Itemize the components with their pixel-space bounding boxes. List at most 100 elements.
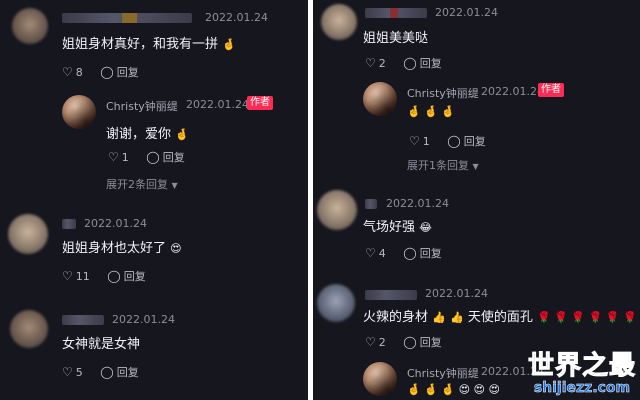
author-name[interactable]: Christy钟丽缇: [407, 85, 479, 101]
like-count: 1: [422, 135, 430, 148]
emoji-rose-row: 🌹 🌹 🌹 🌹 🌹 🌹: [537, 311, 637, 324]
username-blurred[interactable]: [365, 8, 427, 18]
reply-button[interactable]: ◯ 回复: [100, 364, 138, 380]
like-button[interactable]: ♡ 1: [108, 150, 129, 164]
comment-text: 火辣的身材 👍 👍 天使的面孔 🌹 🌹 🌹 🌹 🌹 🌹: [363, 306, 637, 325]
expand-replies-label: 展开1条回复: [407, 159, 469, 172]
username-blurred[interactable]: [365, 290, 417, 300]
comment-actions: ♡ 11 ◯ 回复: [62, 268, 160, 284]
comment-body: 火辣的身材: [363, 310, 429, 325]
author-avatar[interactable]: [62, 95, 96, 129]
heart-outline-icon: ♡: [62, 269, 73, 283]
heart-outline-icon: ♡: [62, 65, 73, 79]
heart-outline-icon: ♡: [108, 150, 119, 164]
reply-label: 回复: [463, 135, 486, 148]
right-comment-panel: 2022.01.24 姐姐美美哒 ♡ 2 ◯ 回复 Christy钟丽缇 2022.…: [313, 0, 640, 400]
heart-outline-icon: ♡: [365, 335, 376, 349]
author-avatar[interactable]: [363, 362, 397, 396]
left-comment-panel: 2022.01.24 姐姐身材真好，和我有一拼 🤞 ♡ 8 ◯ 回复 Christy…: [0, 0, 308, 400]
comment-date: 2022.01.24: [386, 197, 449, 210]
comment-actions: ♡ 4 ◯ 回复: [365, 245, 456, 261]
comment-text: 谢谢，爱你 🤞: [106, 123, 189, 142]
emoji-thumbs-up: 👍: [432, 311, 446, 324]
reply-button[interactable]: ◯ 回复: [107, 268, 145, 284]
user-avatar[interactable]: [12, 8, 48, 44]
like-button[interactable]: ♡ 2: [365, 335, 386, 349]
chevron-down-icon: ▼: [472, 162, 479, 171]
comment-text: 姐姐身材也太好了 😍: [62, 237, 182, 256]
comment-actions: ♡ 1 ◯ 回复: [108, 149, 199, 165]
comment-bubble-icon: ◯: [146, 150, 160, 164]
author-reply-item: Christy钟丽缇 2022.01.24 作者 🤞 🤞 🤞 ♡ 1 ◯ 回复 展开…: [313, 78, 640, 178]
chevron-down-icon: ▼: [171, 181, 178, 190]
author-name[interactable]: Christy钟丽缇: [407, 365, 479, 381]
comment-body: 姐姐美美哒: [363, 31, 429, 46]
user-avatar[interactable]: [317, 190, 357, 230]
like-button[interactable]: ♡ 11: [62, 269, 90, 283]
reply-button[interactable]: ◯ 回复: [403, 334, 441, 350]
heart-outline-icon: ♡: [409, 134, 420, 148]
heart-outline-icon: ♡: [365, 56, 376, 70]
comment-body-continued: 天使的面孔: [467, 310, 533, 325]
reply-button[interactable]: ◯ 回复: [447, 133, 485, 149]
comment-bubble-icon: ◯: [447, 134, 461, 148]
reply-button[interactable]: ◯ 回复: [403, 55, 441, 71]
expand-replies-button[interactable]: 展开1条回复 ▼: [407, 157, 479, 173]
username-blurred[interactable]: [62, 13, 192, 23]
like-button[interactable]: ♡ 4: [365, 246, 386, 260]
comment-item: 2022.01.24 气场好强 😂 ♡ 4 ◯ 回复: [313, 190, 640, 270]
expand-replies-label: 展开2条回复: [106, 178, 168, 191]
comment-text: 🤞 🤞 🤞 😍 😍 😍: [407, 382, 500, 397]
comment-bubble-icon: ◯: [403, 246, 417, 260]
comment-item: 2022.01.24 姐姐美美哒 ♡ 2 ◯ 回复: [313, 0, 640, 75]
comment-text: 女神就是女神: [62, 333, 140, 352]
comment-body: 姐姐身材真好，和我有一拼: [62, 37, 219, 52]
reply-button[interactable]: ◯ 回复: [100, 64, 138, 80]
comment-date: 2022.01.24: [84, 217, 147, 230]
comment-date: 2022.01.24: [112, 313, 175, 326]
reply-button[interactable]: ◯ 回复: [403, 245, 441, 261]
author-avatar[interactable]: [363, 82, 397, 116]
username-blurred[interactable]: [62, 219, 76, 229]
reply-label: 回复: [419, 57, 442, 70]
comment-item: 2022.01.24 姐姐身材真好，和我有一拼 🤞 ♡ 8 ◯ 回复: [0, 0, 308, 90]
comment-bubble-icon: ◯: [100, 365, 114, 379]
like-button[interactable]: ♡ 8: [62, 65, 83, 79]
author-badge: 作者: [247, 96, 273, 110]
comment-date: 2022.01.24: [481, 85, 544, 98]
like-button[interactable]: ♡ 1: [409, 134, 430, 148]
like-count: 2: [378, 57, 386, 70]
like-count: 2: [378, 336, 386, 349]
like-button[interactable]: ♡ 5: [62, 365, 83, 379]
comment-date: 2022.01.24: [186, 98, 249, 111]
author-name[interactable]: Christy钟丽缇: [106, 98, 178, 114]
comment-body: 姐姐身材也太好了: [62, 241, 167, 256]
comment-date: 2022.01.24: [425, 287, 488, 300]
user-avatar[interactable]: [8, 214, 48, 254]
site-watermark: 世界之最 shijiezz.com: [527, 352, 636, 397]
reply-label: 回复: [162, 151, 185, 164]
expand-replies-button[interactable]: 展开2条回复 ▼: [106, 176, 178, 192]
like-count: 1: [121, 151, 129, 164]
emoji-mixed-row: 🤞 🤞 🤞 😍 😍 😍: [407, 383, 500, 396]
username-blurred[interactable]: [365, 199, 377, 209]
author-badge: 作者: [538, 83, 564, 97]
user-avatar[interactable]: [317, 284, 355, 322]
comment-bubble-icon: ◯: [403, 335, 417, 349]
like-button[interactable]: ♡ 2: [365, 56, 386, 70]
emoji-heart-eyes: 😍: [170, 242, 182, 255]
username-blurred[interactable]: [62, 315, 104, 325]
comment-actions: ♡ 2 ◯ 回复: [365, 55, 456, 71]
reply-button[interactable]: ◯ 回复: [146, 149, 184, 165]
like-count: 11: [75, 270, 90, 283]
user-avatar[interactable]: [321, 4, 357, 40]
comment-bubble-icon: ◯: [107, 269, 121, 283]
reply-label: 回复: [116, 66, 139, 79]
emoji-fingers-crossed: 🤞: [175, 128, 189, 141]
comment-date: 2022.01.24: [205, 11, 268, 24]
reply-label: 回复: [419, 336, 442, 349]
like-count: 5: [75, 366, 83, 379]
reply-label: 回复: [123, 270, 146, 283]
user-avatar[interactable]: [10, 310, 48, 348]
comment-item: 2022.01.24 火辣的身材 👍 👍 天使的面孔 🌹 🌹 🌹 🌹 🌹 🌹 ♡…: [313, 280, 640, 355]
